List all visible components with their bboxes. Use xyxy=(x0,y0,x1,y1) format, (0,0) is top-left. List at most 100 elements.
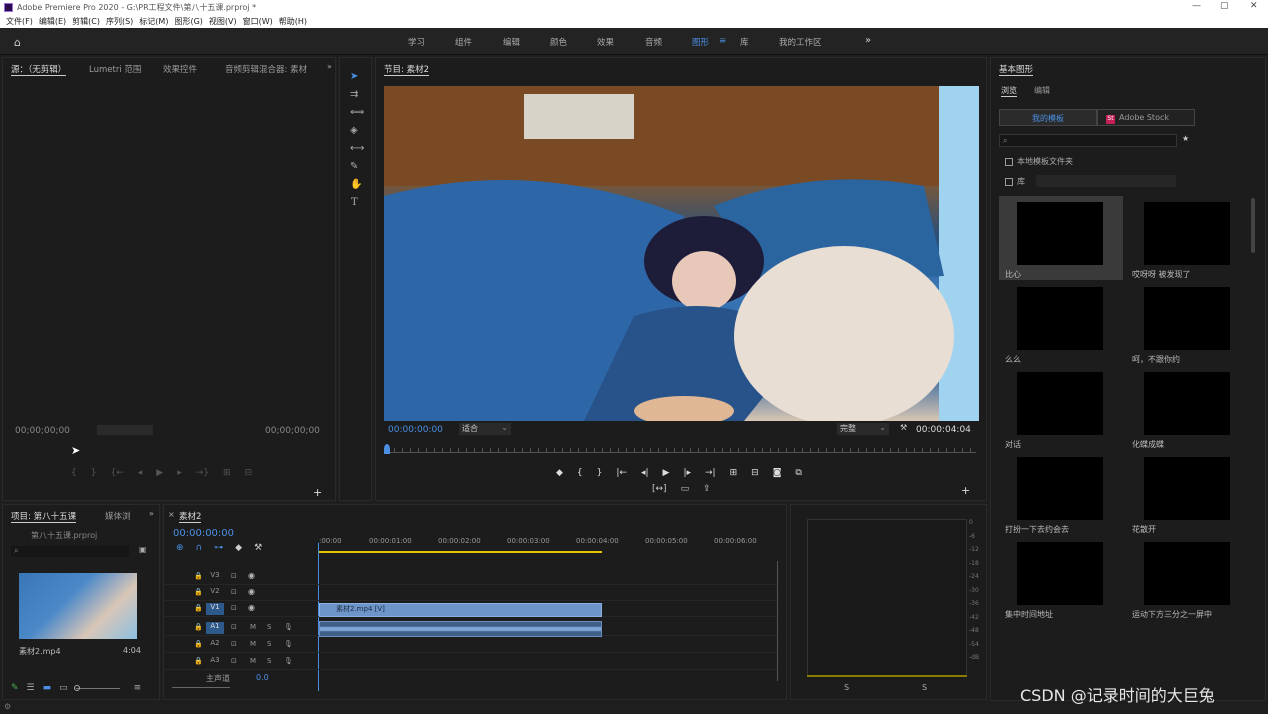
timeline-tc[interactable]: 00:00:00:00 xyxy=(173,528,234,539)
source-tab[interactable]: Lumetri 范围 xyxy=(89,63,141,75)
playhead-icon[interactable] xyxy=(384,444,390,454)
sync-lock-icon[interactable]: ⊡ xyxy=(231,572,237,580)
template-thumbnail[interactable] xyxy=(1144,287,1230,350)
workspace-tab[interactable]: 库 xyxy=(740,36,749,48)
lock-icon[interactable]: 🔒 xyxy=(194,604,203,612)
work-area-bar[interactable] xyxy=(319,551,602,553)
safe-margins-icon[interactable]: ▭ xyxy=(681,484,690,494)
clip-thumbnail[interactable] xyxy=(19,573,137,639)
trim-icon[interactable]: [↔] xyxy=(652,484,667,494)
add-button-icon[interactable]: + xyxy=(961,484,970,497)
program-title[interactable]: 节目: 素材2 xyxy=(384,63,429,76)
ripple-edit-tool-icon[interactable]: ⟺ xyxy=(350,108,364,118)
solo-icon[interactable]: S xyxy=(267,640,271,648)
write-icon[interactable]: ✎ xyxy=(11,683,19,693)
track-select-tool-icon[interactable]: ⇉ xyxy=(350,90,358,100)
template-thumbnail[interactable] xyxy=(1017,372,1103,435)
close-icon[interactable]: × xyxy=(168,510,175,519)
add-button-icon[interactable]: + xyxy=(313,486,322,499)
type-tool-icon[interactable]: T xyxy=(351,198,358,208)
timeline-h-scroll[interactable] xyxy=(172,687,230,688)
compare-icon[interactable]: ⧉ xyxy=(795,468,801,478)
workspace-menu-icon[interactable]: ≡ xyxy=(719,36,726,46)
menu-item[interactable]: 帮助(H) xyxy=(279,16,307,27)
step-back-icon[interactable]: ◂| xyxy=(641,468,649,478)
checkbox-icon[interactable] xyxy=(1005,157,1013,166)
linked-icon[interactable]: ⊶ xyxy=(214,543,223,553)
slip-tool-icon[interactable]: ⟷ xyxy=(350,144,364,154)
menu-item[interactable]: 文件(F) xyxy=(6,16,33,27)
eye-icon[interactable]: ◉ xyxy=(248,603,255,612)
lock-icon[interactable]: 🔒 xyxy=(194,657,203,665)
eg-lib-checkbox[interactable]: 库 xyxy=(1005,176,1025,187)
project-search-input[interactable]: ⌕ xyxy=(11,546,129,557)
razor-tool-icon[interactable]: ◈ xyxy=(350,126,358,136)
eg-search-input[interactable]: ⌕ xyxy=(999,134,1177,147)
selection-tool-icon[interactable]: ➤ xyxy=(350,72,358,82)
program-fit-dropdown[interactable]: 适合 ⌄ xyxy=(459,423,511,435)
eg-scrollbar[interactable] xyxy=(1251,198,1255,253)
close-icon[interactable]: ✕ xyxy=(1250,1,1258,11)
sync-lock-icon[interactable]: ⊡ xyxy=(231,640,237,648)
minimize-icon[interactable]: — xyxy=(1192,1,1201,11)
menu-item[interactable]: 图形(G) xyxy=(174,16,202,27)
extract-icon[interactable]: ⊟ xyxy=(751,468,759,478)
insert-icon[interactable]: ⊞ xyxy=(223,468,231,478)
source-tab[interactable]: 效果控件 xyxy=(163,63,197,75)
step-forward-icon[interactable]: ▸ xyxy=(177,468,182,478)
template-thumbnail[interactable] xyxy=(1144,202,1230,265)
menu-item[interactable]: 视图(V) xyxy=(209,16,237,27)
menu-item[interactable]: 窗口(W) xyxy=(243,16,273,27)
mute-icon[interactable]: M xyxy=(250,657,256,665)
solo-icon[interactable]: S xyxy=(267,623,271,631)
template-thumbnail[interactable] xyxy=(1017,542,1103,605)
menu-item[interactable]: 编辑(E) xyxy=(39,16,66,27)
eg-lib-dropdown[interactable] xyxy=(1036,175,1176,187)
export-frame-icon[interactable]: ⇪ xyxy=(703,484,711,494)
eg-adobe-stock-tab[interactable]: St Adobe Stock xyxy=(1097,109,1195,126)
track-label[interactable]: V3 xyxy=(206,571,224,583)
go-to-out-icon[interactable]: →} xyxy=(196,468,209,478)
lift-icon[interactable]: ⊞ xyxy=(730,468,738,478)
template-thumbnail[interactable] xyxy=(1017,202,1103,265)
add-marker-icon[interactable]: ◆ xyxy=(556,468,563,478)
program-tc-in[interactable]: 00:00:00:00 xyxy=(388,425,443,435)
list-view-icon[interactable]: ☰ xyxy=(27,683,35,693)
wrench-icon[interactable]: ⚒ xyxy=(900,423,907,432)
play-icon[interactable]: ▶ xyxy=(156,468,163,478)
freeform-view-icon[interactable]: ▭ xyxy=(59,683,68,693)
program-quality-dropdown[interactable]: 完整 ⌄ xyxy=(837,423,889,435)
eg-my-templates-tab[interactable]: 我的模板 xyxy=(999,109,1097,126)
essential-graphics-title[interactable]: 基本图形 xyxy=(999,63,1034,76)
eye-icon[interactable]: ◉ xyxy=(248,571,255,580)
template-thumbnail[interactable] xyxy=(1017,287,1103,350)
menu-item[interactable]: 序列(S) xyxy=(106,16,133,27)
audio-clip[interactable] xyxy=(319,621,602,637)
lock-icon[interactable]: 🔒 xyxy=(194,623,203,631)
workspace-tab[interactable]: 编辑 xyxy=(503,36,520,48)
timeline-v-scroll[interactable] xyxy=(777,561,778,681)
mark-in-icon[interactable]: { xyxy=(577,468,583,478)
solo-icon[interactable]: S xyxy=(267,657,271,665)
mute-icon[interactable]: M xyxy=(250,623,256,631)
source-tab[interactable]: 源：（无剪辑） xyxy=(11,63,67,76)
camera-icon[interactable]: ◙ xyxy=(773,468,782,478)
source-fit-dropdown[interactable] xyxy=(97,425,153,435)
eg-local-checkbox[interactable]: 本地模板文件夹 xyxy=(1005,156,1073,167)
template-thumbnail[interactable] xyxy=(1017,457,1103,520)
master-value[interactable]: 0.0 xyxy=(256,673,269,682)
source-tab[interactable]: 音频剪辑混合器: 素材 xyxy=(225,63,307,75)
track-label[interactable]: V1 xyxy=(206,603,224,615)
sync-lock-icon[interactable]: ⊡ xyxy=(231,588,237,596)
eg-tab-browse[interactable]: 浏览 xyxy=(1001,85,1017,97)
workspace-tab[interactable]: 效果 xyxy=(597,36,614,48)
step-forward-icon[interactable]: |▸ xyxy=(683,468,691,478)
mark-in-icon[interactable]: { xyxy=(71,468,77,478)
solo-right[interactable]: S xyxy=(922,683,927,692)
mark-out-icon[interactable]: } xyxy=(91,468,97,478)
workspace-tab[interactable]: 学习 xyxy=(408,36,425,48)
panel-overflow-icon[interactable]: » xyxy=(149,509,154,518)
play-icon[interactable]: ▶ xyxy=(663,468,670,478)
template-thumbnail[interactable] xyxy=(1144,372,1230,435)
sync-lock-icon[interactable]: ⊡ xyxy=(231,604,237,612)
